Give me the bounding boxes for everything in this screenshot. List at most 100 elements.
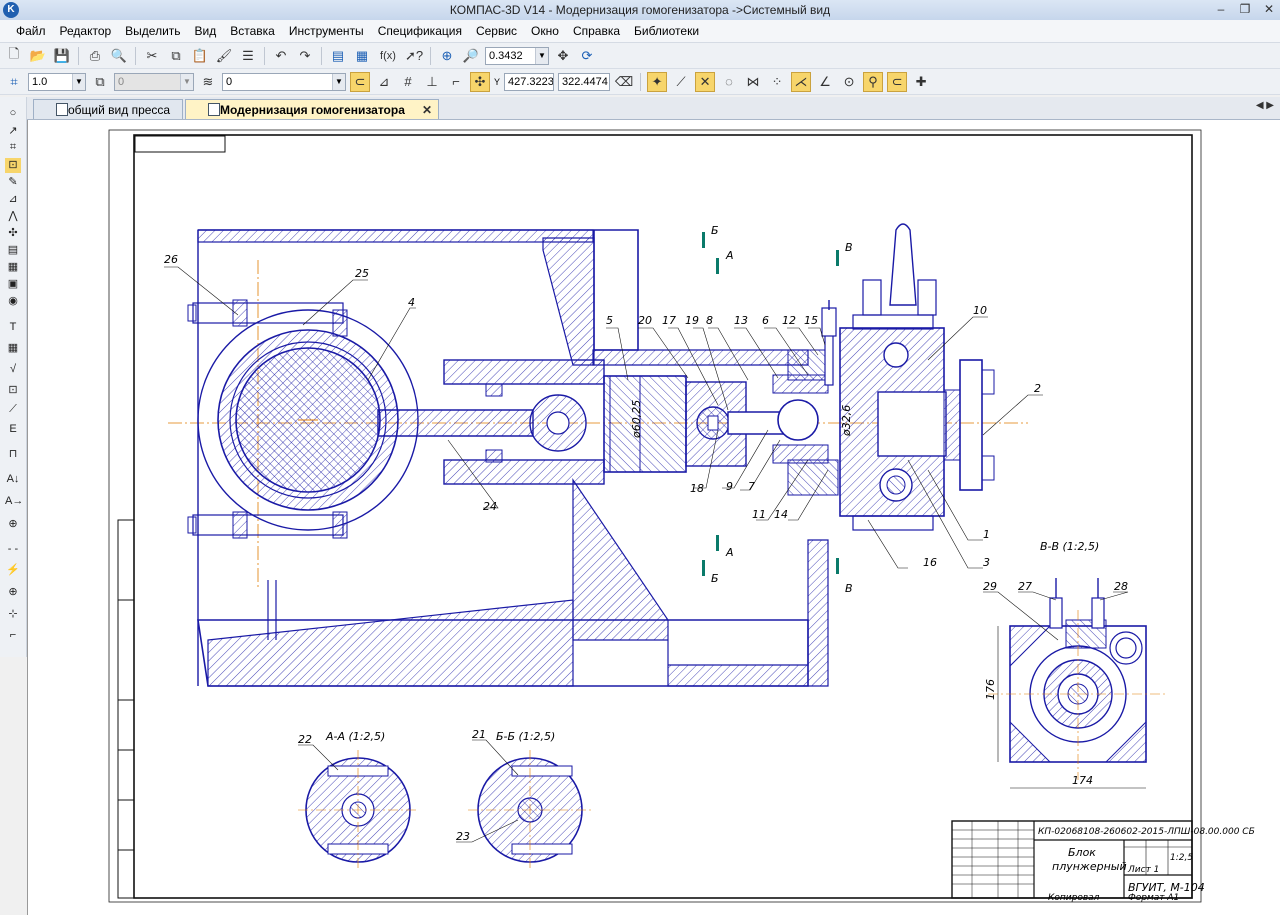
grid-step-icon[interactable]: ⌗ <box>4 72 24 92</box>
center-mark-icon[interactable]: ⊕ <box>5 585 21 600</box>
drawing-canvas[interactable]: Б А В А Б В ø60,25 ø32,6 26 25 4 5 20 17… <box>27 120 1280 915</box>
cut-line-icon[interactable]: ⊓ <box>5 447 21 462</box>
spec-icon[interactable]: ✣ <box>5 226 21 241</box>
snap-magnet-icon[interactable]: ⊂ <box>350 71 370 92</box>
menu-libraries[interactable]: Библиотеки <box>627 20 706 42</box>
select-icon[interactable]: ⋀ <box>5 209 21 224</box>
dimensions-icon[interactable]: ↗ <box>5 124 21 139</box>
text-icon[interactable]: T <box>5 321 21 336</box>
preview-icon[interactable]: 🔍 <box>109 46 129 66</box>
roughness-icon[interactable]: √ <box>5 363 21 378</box>
close-icon[interactable]: ✕ <box>1262 2 1276 16</box>
fragment-icon[interactable]: ▣ <box>5 277 21 292</box>
manager-icon[interactable]: ▤ <box>328 46 348 66</box>
grid-icon[interactable]: # <box>398 72 418 92</box>
snap-endpoint-icon[interactable]: ⟋ <box>671 72 691 92</box>
layers-icon[interactable]: ≋ <box>198 72 218 92</box>
undo-icon[interactable]: ↶ <box>271 46 291 66</box>
menu-tools[interactable]: Инструменты <box>282 20 371 42</box>
menu-view[interactable]: Вид <box>188 20 224 42</box>
menu-select[interactable]: Выделить <box>118 20 187 42</box>
snap-extra-icon[interactable]: ✚ <box>911 72 931 92</box>
eraser-icon[interactable]: ⌫ <box>614 72 634 92</box>
views-icon[interactable]: ◉ <box>5 294 21 309</box>
snap-nearest-icon[interactable]: ✦ <box>647 71 668 92</box>
paste-icon[interactable]: 📋 <box>190 46 210 66</box>
tab-general-view[interactable]: общий вид пресса <box>33 99 183 119</box>
axis-icon[interactable]: A→ <box>5 495 23 510</box>
zoom-window-icon[interactable]: ⊕ <box>437 46 457 66</box>
snap-normal-icon[interactable]: ⋈ <box>743 72 763 92</box>
copy-icon[interactable]: ⧉ <box>166 46 186 66</box>
menu-specification[interactable]: Спецификация <box>371 20 469 42</box>
state-combo[interactable]: 0 ▼ <box>114 72 194 91</box>
dash-icon[interactable]: - - <box>5 543 21 558</box>
callout-12: 12 <box>782 314 796 327</box>
menu-window[interactable]: Окно <box>524 20 566 42</box>
designations-icon[interactable]: ⌗ <box>5 141 21 156</box>
refresh-icon[interactable]: ⟳ <box>577 46 597 66</box>
snap-angle-icon[interactable]: ∠ <box>815 72 835 92</box>
zoom-combo[interactable]: 0.3432 ▼ <box>485 46 549 65</box>
zoom-in-icon[interactable]: 🔎 <box>461 46 481 66</box>
minimize-icon[interactable]: – <box>1214 2 1228 16</box>
properties-icon[interactable]: ☰ <box>238 46 258 66</box>
close-tab-icon[interactable]: ✕ <box>422 100 432 120</box>
line-scale-combo[interactable]: 1.0 ▼ <box>28 72 86 91</box>
menu-help[interactable]: Справка <box>566 20 627 42</box>
ortho-icon[interactable]: ⊿ <box>374 72 394 92</box>
geometry-icon[interactable]: ○ <box>5 107 21 122</box>
menu-insert[interactable]: Вставка <box>223 20 282 42</box>
variables-icon[interactable]: ▦ <box>352 46 372 66</box>
pan-icon[interactable]: ✥ <box>553 46 573 66</box>
callout-17: 17 <box>662 314 676 327</box>
layer-combo[interactable]: 0 ▼ <box>222 72 346 91</box>
callout-18: 18 <box>690 482 704 495</box>
round-icon[interactable]: ⌐ <box>446 72 466 92</box>
fx-button[interactable]: f(x) <box>376 46 400 66</box>
insert-icon[interactable]: ▦ <box>5 260 21 275</box>
menu-edit[interactable]: Редактор <box>53 20 119 42</box>
leader-icon[interactable]: ⟋ <box>5 403 21 418</box>
report-icon[interactable]: ▤ <box>5 243 21 258</box>
snap-point-icon[interactable]: ⚲ <box>863 71 884 92</box>
new-document-icon[interactable]: 🗋 <box>4 46 24 66</box>
print-icon[interactable]: ⎙ <box>85 46 105 66</box>
menu-service[interactable]: Сервис <box>469 20 524 42</box>
wave-icon[interactable]: ⌐ <box>5 629 21 644</box>
parametrization-icon[interactable]: ✎ <box>5 175 21 190</box>
base-icon[interactable]: ⊡ <box>5 383 21 398</box>
snap-grid-icon[interactable]: ⁘ <box>767 72 787 92</box>
cut-icon[interactable]: ✂ <box>142 46 162 66</box>
snap-magnet2-icon[interactable]: ⊂ <box>887 71 908 92</box>
save-icon[interactable]: 💾 <box>52 46 72 66</box>
tab-scroll-icon[interactable]: ◀ ▶ <box>1256 100 1274 111</box>
open-icon[interactable]: 📂 <box>28 46 48 66</box>
callout-23: 23 <box>456 830 470 843</box>
arrow-view-icon[interactable]: A↓ <box>5 473 21 488</box>
restore-icon[interactable]: ❐ <box>1238 2 1252 16</box>
snap-midpoint-icon[interactable]: ⋌ <box>791 71 812 92</box>
help-pointer-icon[interactable]: ➚? <box>404 46 424 66</box>
snap-tangent-icon[interactable]: ◌ <box>719 72 739 92</box>
compact-toolbar: ○ ↗ ⌗ ⊡ ✎ ⊿ ⋀ ✣ ▤ ▦ ▣ ◉ T ▦ √ ⊡ ⟋ Ε ⊓ A↓… <box>0 97 27 657</box>
edit-icon[interactable]: ⊡ <box>5 158 21 173</box>
tab-modernization[interactable]: Модернизация гомогенизатора ✕ <box>185 99 439 119</box>
menu-file[interactable]: Файл <box>0 20 53 42</box>
format-painter-icon[interactable]: 🖌 <box>214 46 234 66</box>
measure-icon[interactable]: ⊿ <box>5 192 21 207</box>
coord-y-field[interactable]: 322.4474 <box>558 72 611 91</box>
snap-center-icon[interactable]: ⊙ <box>839 72 859 92</box>
coord-x-field[interactable]: 427.3223 <box>504 72 555 91</box>
break-icon[interactable]: ⊕ <box>5 517 21 532</box>
position-icon[interactable]: Ε <box>5 423 21 438</box>
snap-intersection-icon[interactable]: ✕ <box>695 71 716 92</box>
state-icon[interactable]: ⧉ <box>90 72 110 92</box>
local-cs-icon[interactable]: ⊥ <box>422 72 442 92</box>
redo-icon[interactable]: ↷ <box>295 46 315 66</box>
lightning-icon[interactable]: ⚡ <box>5 563 21 578</box>
coordinate-icon[interactable]: ⊹ <box>5 607 21 622</box>
table-icon[interactable]: ▦ <box>5 341 21 356</box>
ortho-mode-icon[interactable]: ✣ <box>470 71 490 92</box>
current-state-toolbar: ⌗ 1.0 ▼ ⧉ 0 ▼ ≋ 0 ▼ ⊂ ⊿ # ⊥ ⌐ ✣ Y 427.3223 … <box>0 69 1280 95</box>
